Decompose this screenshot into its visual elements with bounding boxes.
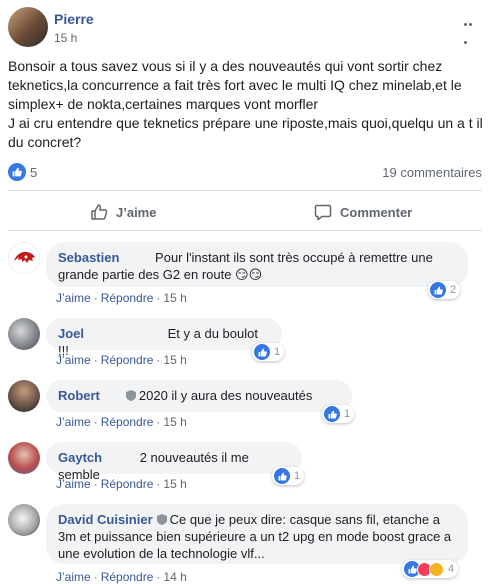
comment: Sebastien Pour l'instant ils sont très o… — [8, 242, 482, 305]
comment-reactions[interactable]: 1 — [252, 343, 285, 361]
comment-reply-link[interactable]: Répondre — [101, 291, 154, 305]
reaction-count: 1 — [274, 346, 281, 358]
comment-time[interactable]: 15 h — [163, 353, 186, 367]
reaction-count: 4 — [448, 563, 455, 575]
like-icon — [324, 406, 340, 422]
commenter-avatar[interactable] — [8, 442, 40, 474]
comment-button[interactable]: Commenter — [314, 195, 490, 229]
comment-reactions[interactable]: 1 — [272, 467, 305, 485]
comment-button-label: Commenter — [340, 204, 413, 220]
comment-reply-link[interactable]: Répondre — [101, 477, 154, 491]
top-fan-badge-icon — [125, 390, 136, 401]
reaction-count: 2 — [450, 284, 457, 296]
comment-bubble: Robert 2020 il y aura des nouveautés — [46, 380, 352, 412]
divider — [8, 190, 482, 191]
like-icon — [274, 468, 290, 484]
commenter-name[interactable]: Robert — [58, 388, 100, 403]
comment: Gaytch 2 nouveautés il me semble 1 J’aim… — [8, 442, 482, 492]
comment-icon — [314, 204, 332, 221]
comment-time[interactable]: 15 h — [163, 291, 186, 305]
comment-like-link[interactable]: J’aime — [56, 291, 91, 305]
like-button[interactable]: J’aime — [90, 195, 156, 229]
post-actions: J’aime Commenter — [8, 195, 482, 229]
commenter-avatar[interactable] — [8, 318, 40, 350]
like-count[interactable]: 5 — [30, 165, 37, 180]
commenter-name[interactable]: Joel — [58, 326, 84, 341]
comment: David Cuisinier Ce que je peux dire: casq… — [8, 504, 482, 584]
commenter-avatar[interactable] — [8, 242, 40, 274]
comment-reactions[interactable]: 2 — [428, 281, 461, 299]
comments-count-link[interactable]: 19 commentaires — [382, 165, 482, 180]
comment: Joel Et y a du boulot !!! 1 J’aime · Répon… — [8, 318, 482, 368]
comment-bubble: David Cuisinier Ce que je peux dire: casq… — [46, 504, 468, 564]
like-button-label: J’aime — [116, 204, 157, 220]
comment-reply-link[interactable]: Répondre — [101, 415, 154, 429]
top-fan-badge-icon — [156, 514, 167, 525]
comment-like-link[interactable]: J’aime — [56, 353, 91, 367]
comment: Robert 2020 il y aura des nouveautés 1 J’… — [8, 380, 482, 430]
like-icon — [430, 282, 446, 298]
divider — [8, 230, 482, 231]
post-paragraph: Bonsoir a tous savez vous si il y a des … — [8, 58, 462, 112]
comment-like-link[interactable]: J’aime — [56, 415, 91, 429]
comment-actions: J’aime · Répondre · 15 h — [56, 353, 187, 367]
comment-bubble: Gaytch 2 nouveautés il me semble — [46, 442, 302, 482]
post-stats: 5 19 commentaires — [8, 162, 482, 182]
commenter-name[interactable]: Gaytch — [58, 450, 102, 465]
post-author-name[interactable]: Pierre — [54, 11, 94, 27]
post-body: Bonsoir a tous savez vous si il y a des … — [8, 57, 486, 152]
post-paragraph: J ai cru entendre que teknetics prépare … — [8, 115, 483, 150]
like-icon[interactable] — [8, 163, 26, 181]
comment-text: 2020 il y aura des nouveautés — [138, 388, 313, 403]
commenter-avatar[interactable] — [8, 380, 40, 412]
comment-actions: J’aime · Répondre · 15 h — [56, 291, 187, 305]
commenter-name[interactable]: David Cuisinier — [58, 512, 153, 527]
reaction-count: 1 — [294, 470, 301, 482]
wow-emoji-icon — [429, 561, 444, 577]
thumb-up-icon — [91, 204, 108, 220]
comment-time[interactable]: 14 h — [163, 570, 186, 584]
post-timestamp[interactable]: 15 h — [54, 31, 77, 45]
like-icon — [254, 344, 270, 360]
reaction-count: 1 — [344, 408, 351, 420]
comment-reply-link[interactable]: Répondre — [101, 353, 154, 367]
comment-like-link[interactable]: J’aime — [56, 570, 91, 584]
comment-time[interactable]: 15 h — [163, 477, 186, 491]
comment-like-link[interactable]: J’aime — [56, 477, 91, 491]
comment-time[interactable]: 15 h — [163, 415, 186, 429]
comment-reply-link[interactable]: Répondre — [101, 570, 154, 584]
commenter-name[interactable]: Sebastien — [58, 250, 119, 265]
comment-reactions[interactable]: 4 — [402, 560, 459, 578]
commenter-avatar[interactable] — [8, 504, 40, 536]
more-options-button[interactable] — [464, 13, 478, 44]
post-header: Pierre 15 h — [8, 7, 482, 47]
comment-reactions[interactable]: 1 — [322, 405, 355, 423]
comment-actions: J’aime · Répondre · 15 h — [56, 415, 187, 429]
comment-bubble: Sebastien Pour l'instant ils sont très o… — [46, 242, 468, 287]
comment-bubble: Joel Et y a du boulot !!! — [46, 318, 282, 358]
more-icon — [464, 23, 467, 26]
post-author-avatar[interactable] — [8, 7, 48, 47]
comment-actions: J’aime · Répondre · 15 h — [56, 477, 187, 491]
comment-actions: J’aime · Répondre · 14 h — [56, 570, 187, 584]
